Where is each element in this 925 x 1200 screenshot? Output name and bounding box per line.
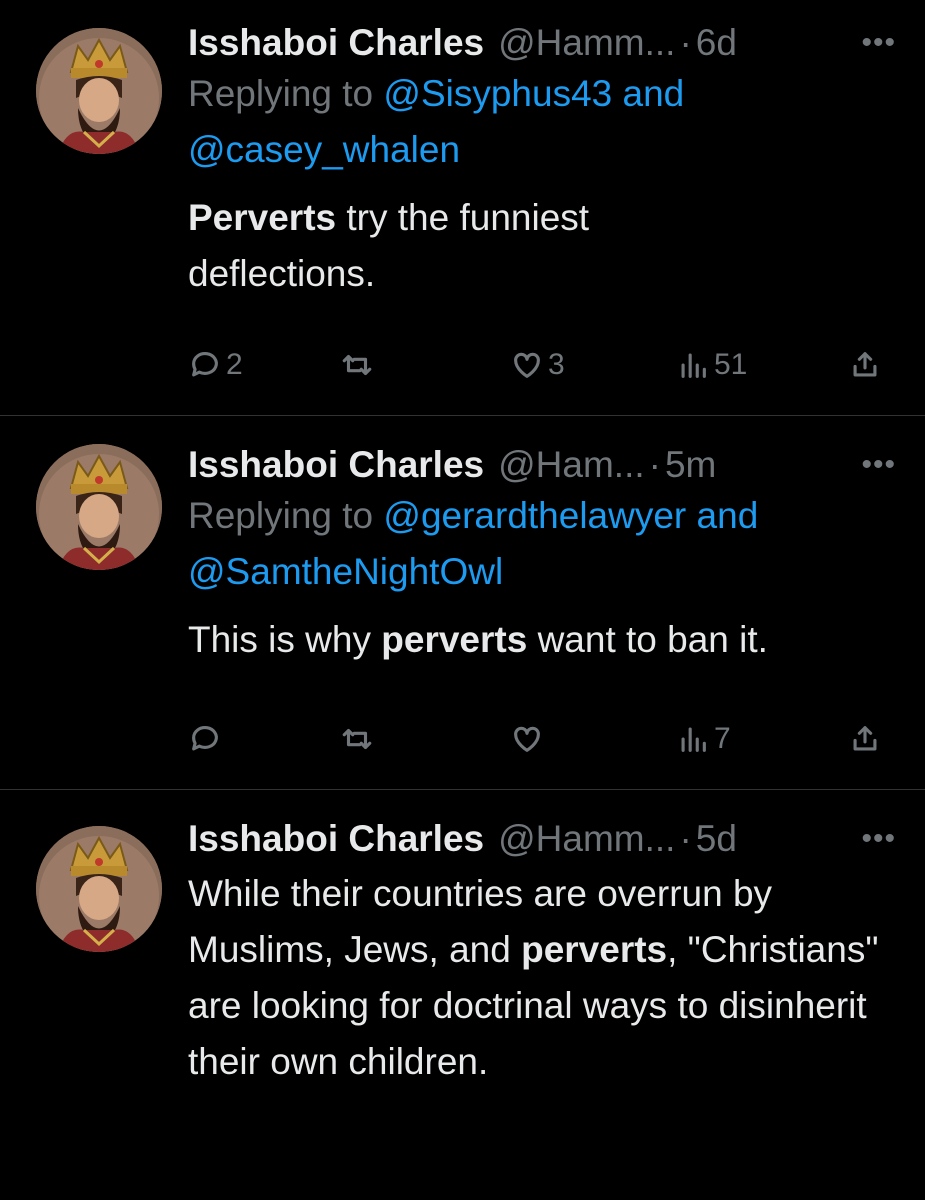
reply-button[interactable] [188, 722, 226, 756]
like-count: 3 [548, 348, 565, 381]
avatar[interactable] [36, 444, 162, 570]
author-handle[interactable]: @Hamm... [498, 816, 675, 862]
and-label: and [622, 73, 685, 114]
heart-icon [514, 352, 540, 378]
avatar-image [36, 28, 162, 154]
bold-word: Perverts [188, 197, 337, 238]
replying-to-label: Replying to [188, 73, 374, 114]
avatar[interactable] [36, 28, 162, 154]
share-icon [853, 352, 877, 377]
author-handle[interactable]: @Ham... [498, 442, 645, 488]
tweet-text: This is why perverts want to ban it. [188, 612, 898, 668]
separator-dot: · [648, 444, 661, 485]
author-name[interactable]: Isshaboi Charles [188, 816, 484, 862]
tweet-header: Isshaboi Charles @Hamm... · 6d [188, 20, 898, 66]
bold-word: perverts [521, 929, 668, 970]
share-button[interactable] [848, 348, 882, 382]
mention-link[interactable]: @casey_whalen [188, 129, 460, 170]
reply-button[interactable]: 2 [188, 348, 243, 382]
replying-to-label: Replying to [188, 495, 374, 536]
replying-to: Replying to @gerardthelawyer and @Samthe… [188, 488, 898, 600]
retweet-button[interactable] [340, 348, 378, 382]
mention-link[interactable]: @SamtheNightOwl [188, 551, 503, 592]
more-icon[interactable]: ••• [861, 450, 896, 480]
timestamp[interactable]: 5m [665, 442, 716, 488]
more-icon[interactable]: ••• [861, 824, 896, 854]
author-handle[interactable]: @Hamm... [498, 20, 675, 66]
tweet-body: Isshaboi Charles @Hamm... · 5d ••• While… [188, 816, 898, 1090]
retweet-button[interactable] [340, 722, 378, 756]
text-pre: This is why [188, 619, 382, 660]
tweet-1[interactable]: Isshaboi Charles @Hamm... · 6d ••• Reply… [0, 0, 925, 415]
views-icon [681, 727, 706, 752]
views-button[interactable]: 7 [676, 722, 731, 756]
tweet-3[interactable]: Isshaboi Charles @Hamm... · 5d ••• While… [0, 790, 925, 1200]
tweet-text: Perverts try the funniest deflections. [188, 190, 708, 302]
retweet-icon [342, 728, 372, 750]
timestamp[interactable]: 5d [696, 816, 737, 862]
reply-icon [192, 352, 218, 377]
author-name[interactable]: Isshaboi Charles [188, 442, 484, 488]
like-button[interactable]: 3 [510, 348, 565, 382]
mention-link[interactable]: @Sisyphus43 [383, 73, 612, 114]
avatar[interactable] [36, 826, 162, 952]
tweet-2[interactable]: Isshaboi Charles @Ham... · 5m ••• Replyi… [0, 416, 925, 789]
separator-dot: · [679, 818, 692, 859]
views-count: 7 [714, 722, 731, 755]
tweet-actions: 7 [188, 722, 898, 762]
tweet-header: Isshaboi Charles @Ham... · 5m [188, 442, 898, 488]
bold-word: perverts [381, 619, 528, 660]
like-button[interactable] [510, 722, 548, 756]
tweet-text: While their countries are overrun by Mus… [188, 866, 888, 1090]
tweet-header: Isshaboi Charles @Hamm... · 5d [188, 816, 898, 862]
replying-to: Replying to @Sisyphus43 and @casey_whale… [188, 66, 898, 178]
more-icon[interactable]: ••• [861, 28, 896, 58]
tweet-body: Isshaboi Charles @Ham... · 5m ••• Replyi… [188, 442, 898, 668]
tweet-actions: 2 3 51 [188, 348, 898, 388]
tweet-body: Isshaboi Charles @Hamm... · 6d ••• Reply… [188, 20, 898, 302]
avatar-image [36, 826, 162, 952]
reply-icon [192, 726, 218, 751]
retweet-icon [342, 354, 372, 376]
share-button[interactable] [848, 722, 882, 756]
mention-link[interactable]: @gerardthelawyer [383, 495, 686, 536]
share-icon [853, 726, 877, 751]
heart-icon [514, 726, 540, 752]
author-name[interactable]: Isshaboi Charles [188, 20, 484, 66]
avatar-image [36, 444, 162, 570]
separator-dot: · [679, 22, 692, 63]
views-button[interactable]: 51 [676, 348, 747, 382]
reply-count: 2 [226, 348, 243, 381]
views-count: 51 [714, 348, 748, 381]
views-icon [681, 353, 706, 378]
text-post: want to ban it. [527, 619, 768, 660]
timestamp[interactable]: 6d [696, 20, 737, 66]
and-label: and [696, 495, 759, 536]
